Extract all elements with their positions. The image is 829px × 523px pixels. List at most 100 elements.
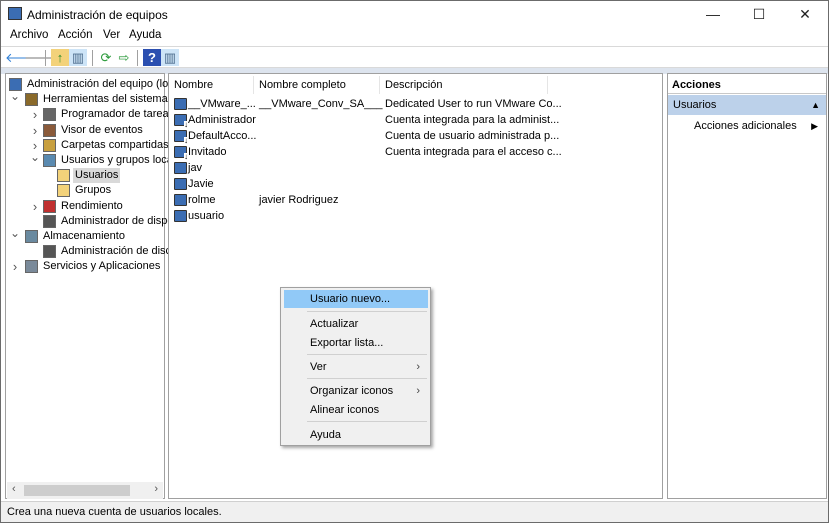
help-icon[interactable]: ?: [143, 49, 161, 66]
table-row[interactable]: __VMware_... __VMware_Conv_SA___ Dedicat…: [169, 96, 662, 112]
user-icon: [174, 194, 187, 206]
disabled-user-icon: [174, 114, 188, 129]
column-header-nombre-completo[interactable]: Nombre completo: [254, 76, 380, 94]
menu-ayuda[interactable]: Ayuda: [129, 29, 161, 41]
context-menu-item-label: Actualizar: [310, 318, 359, 330]
cell-nombre-completo: javier Rodriguez: [259, 194, 339, 206]
menu-separator: [307, 378, 427, 379]
context-menu-item[interactable]: Usuario nuevo...: [284, 290, 428, 308]
tree-item[interactable]: Grupos: [6, 183, 164, 198]
context-menu-item[interactable]: Organizar iconos ›: [284, 382, 428, 400]
table-row[interactable]: usuario: [169, 208, 662, 224]
menu-accion[interactable]: Acción: [58, 29, 93, 41]
menu-separator: [307, 354, 427, 355]
context-menu-item[interactable]: Alinear iconos: [284, 401, 428, 419]
tree-item[interactable]: Administración de discos: [6, 244, 183, 259]
column-header-descripcion[interactable]: Descripción: [380, 76, 548, 94]
node-icon: [25, 260, 38, 274]
status-bar: Crea una nueva cuenta de usuarios locale…: [1, 501, 828, 522]
tree-item-label: Programador de tareas: [61, 108, 175, 121]
refresh-icon[interactable]: ⟳: [97, 49, 115, 66]
context-menu-item[interactable]: Ayuda: [284, 426, 428, 444]
context-menu-item-label: Usuario nuevo...: [310, 293, 391, 305]
user-icon: [174, 162, 187, 174]
forward-arrow-icon[interactable]: 🡒: [24, 49, 59, 66]
tree-item-label: Carpetas compartidas: [61, 138, 169, 151]
horizontal-scrollbar[interactable]: ‹ ›: [7, 482, 163, 499]
node-icon: [43, 123, 56, 137]
show-hide-action-pane-icon[interactable]: ▥: [161, 49, 179, 66]
tree-item[interactable]: ⌄ Herramientas del sistema: [6, 90, 168, 107]
chevron-right-icon[interactable]: ›: [30, 107, 40, 122]
computer-management-icon: [8, 7, 22, 20]
context-menu-item-label: Exportar lista...: [310, 337, 384, 349]
tree-item[interactable]: › Visor de eventos: [6, 123, 164, 138]
table-row[interactable]: Invitado Cuenta integrada para el acceso…: [169, 144, 662, 161]
cell-nombre: jav: [188, 162, 203, 174]
node-icon: [43, 154, 56, 167]
tree-item[interactable]: › Programador de tareas: [6, 107, 174, 122]
table-row[interactable]: jav: [169, 160, 662, 176]
disabled-user-icon: [174, 146, 188, 161]
table-row[interactable]: Javie: [169, 176, 662, 192]
console-tree: Administración del equipo (local) ⌄ Herram…: [5, 73, 204, 499]
tree-item[interactable]: › Rendimiento: [6, 199, 164, 214]
chevron-right-icon[interactable]: ›: [30, 123, 40, 138]
actions-section-usuarios[interactable]: Usuarios ▲: [668, 95, 826, 115]
collapse-triangle-icon[interactable]: ▲: [811, 95, 820, 115]
cell-nombre: Javie: [188, 178, 214, 190]
export-list-icon[interactable]: ⇨: [115, 49, 133, 66]
submenu-chevron-icon: ›: [416, 385, 420, 397]
menu-archivo[interactable]: Archivo: [10, 29, 48, 41]
column-header-nombre[interactable]: Nombre: [169, 76, 254, 94]
tree-item[interactable]: Administrador de dispositivos: [6, 214, 204, 229]
context-menu-item[interactable]: Exportar lista...: [284, 334, 428, 352]
scroll-left-icon[interactable]: ‹: [12, 483, 16, 495]
tree-item[interactable]: ⌄ Usuarios y grupos locales: [6, 151, 187, 168]
scroll-right-icon[interactable]: ›: [154, 483, 158, 495]
user-icon: [174, 178, 187, 190]
chevron-down-icon[interactable]: ⌄: [30, 151, 40, 163]
context-menu: Usuario nuevo... Actualizar Exportar lista…: [280, 287, 431, 446]
chevron-down-icon[interactable]: ⌄: [10, 90, 20, 102]
tree-item-label: Rendimiento: [61, 199, 123, 212]
folder-icon: [57, 184, 70, 198]
menu-separator: [307, 421, 427, 422]
table-row[interactable]: Administrador Cuenta integrada para la a…: [169, 112, 662, 129]
title-bar: Administración de equipos — ☐ ✕: [1, 1, 828, 28]
tree-item[interactable]: › Servicios y Aplicaciones: [6, 259, 164, 274]
cell-descripcion: Cuenta de usuario administrada p...: [385, 130, 560, 142]
tree-item[interactable]: ⌄ Almacenamiento: [6, 227, 164, 244]
context-menu-item[interactable]: Ver ›: [284, 358, 428, 376]
tree-item-label: Visor de eventos: [61, 123, 143, 136]
cell-nombre: rolme: [188, 194, 216, 206]
actions-section-label: Usuarios: [673, 99, 717, 111]
cell-nombre: __VMware_...: [188, 98, 256, 110]
tree-item-label: Almacenamiento: [43, 230, 125, 242]
chevron-down-icon[interactable]: ⌄: [10, 227, 20, 239]
toolbar-separator: [137, 50, 138, 66]
maximize-button[interactable]: ☐: [736, 1, 782, 28]
chevron-right-icon[interactable]: ›: [10, 259, 20, 274]
node-icon: [43, 245, 56, 259]
menu-bar: Archivo Acción Ver Ayuda: [1, 28, 828, 46]
context-menu-item[interactable]: Actualizar: [284, 315, 428, 333]
tree-item-label: Administración del equipo (local): [27, 78, 186, 90]
tree-item[interactable]: Usuarios: [6, 168, 164, 184]
table-row[interactable]: DefaultAcco... Cuenta de usuario adminis…: [169, 128, 662, 145]
toolbar: 🡐 🡒 ↑ ▥ ⟳ ⇨ ? ▥: [1, 46, 828, 68]
actions-more[interactable]: Acciones adicionales ▶: [668, 117, 826, 135]
minimize-button[interactable]: —: [690, 1, 736, 28]
scrollbar-thumb[interactable]: [24, 485, 130, 496]
tree-item[interactable]: Administración del equipo (local): [6, 77, 186, 92]
up-folder-icon[interactable]: ↑: [51, 49, 69, 66]
node-icon: [25, 230, 38, 243]
node-icon: [43, 199, 56, 213]
close-button[interactable]: ✕: [782, 1, 828, 28]
table-row[interactable]: rolme javier Rodriguez: [169, 192, 662, 208]
back-arrow-icon[interactable]: 🡐: [5, 49, 40, 66]
toolbar-separator: [45, 50, 46, 66]
show-hide-tree-icon[interactable]: ▥: [69, 49, 87, 66]
menu-ver[interactable]: Ver: [103, 29, 120, 41]
chevron-right-icon[interactable]: ›: [30, 199, 40, 214]
